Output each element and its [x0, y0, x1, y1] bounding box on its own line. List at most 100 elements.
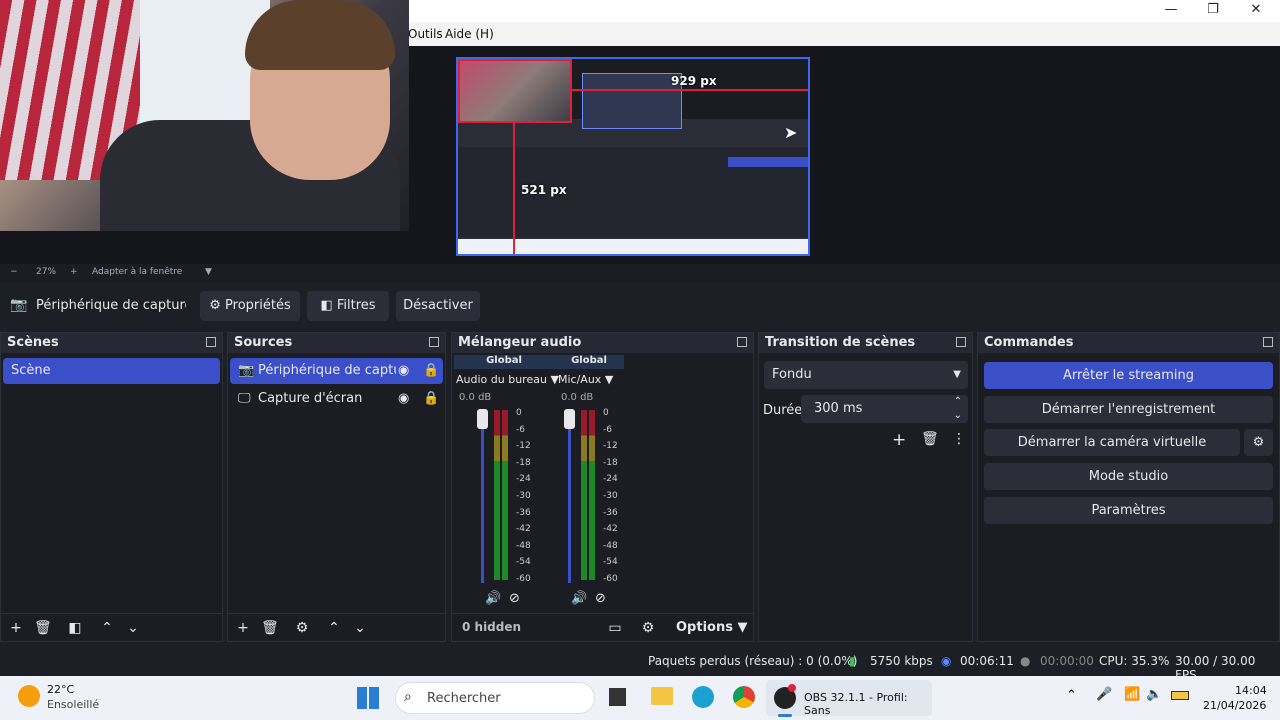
- eye-icon[interactable]: ◉: [398, 386, 409, 412]
- start-virtual-cam-button[interactable]: Démarrer la caméra virtuelle: [984, 429, 1240, 456]
- start-recording-button[interactable]: Démarrer l'enregistrement: [984, 396, 1273, 423]
- trash-icon[interactable]: 🗑: [261, 620, 279, 636]
- scenes-title: Scènes: [7, 335, 59, 350]
- battery-icon[interactable]: [1171, 691, 1189, 700]
- add-icon[interactable]: +: [8, 620, 24, 636]
- deactivate-button[interactable]: Désactiver: [396, 291, 480, 321]
- chevron-down-icon[interactable]: ⌄: [125, 620, 141, 636]
- chrome-icon[interactable]: [733, 686, 755, 708]
- windows-start-icon[interactable]: [357, 687, 379, 709]
- level-meter: [494, 410, 500, 580]
- layout-icon[interactable]: ▭: [607, 620, 623, 636]
- meter-tick-label: -36: [603, 507, 618, 518]
- source-label: Périphérique de capture: [258, 363, 396, 378]
- channel-tag: Global: [454, 355, 554, 369]
- float-icon[interactable]: [1263, 337, 1273, 347]
- weather-temp[interactable]: 22°C: [47, 683, 74, 696]
- options-button[interactable]: Options ▼: [676, 620, 747, 635]
- settings-button[interactable]: Paramètres: [984, 497, 1273, 524]
- obs-taskbar-button[interactable]: OBS 32.1.1 - Profil: Sans: [766, 680, 932, 717]
- sun-icon[interactable]: [18, 685, 40, 707]
- source-selection-box[interactable]: [458, 59, 572, 123]
- chevron-down-icon[interactable]: ⌄: [352, 620, 368, 636]
- more-icon[interactable]: ⋮: [952, 431, 966, 447]
- mixer-footer: 0 hidden ▭ ⚙ Options ▼: [452, 613, 753, 641]
- chevron-down-icon: ▼: [737, 620, 748, 635]
- properties-button[interactable]: ⚙ Propriétés: [200, 291, 300, 321]
- volume-slider-handle[interactable]: [564, 409, 575, 429]
- file-explorer-icon[interactable]: [651, 687, 673, 705]
- volume-slider-track[interactable]: [481, 413, 484, 583]
- lock-icon[interactable]: 🔒: [423, 358, 439, 384]
- menu-tools[interactable]: Outils: [408, 27, 443, 41]
- dropped-frames: Paquets perdus (réseau) : 0 (0.0%): [648, 654, 858, 668]
- transition-dock: Transition de scènes Fondu ▼ Durée 300 m…: [758, 332, 973, 642]
- float-icon[interactable]: [206, 337, 216, 347]
- source-item[interactable]: 🖵 Capture d'écran ◉ 🔒: [230, 386, 443, 412]
- duration-spinbox[interactable]: 300 ms ⌃ ⌄: [801, 395, 968, 423]
- zoom-out-button[interactable]: −: [10, 267, 18, 277]
- filter-icon[interactable]: ◧: [67, 620, 83, 636]
- float-icon[interactable]: [429, 337, 439, 347]
- weather-desc[interactable]: Ensoleillé: [47, 698, 99, 711]
- float-icon[interactable]: [956, 337, 966, 347]
- menu-help[interactable]: Aide (H): [445, 27, 494, 41]
- chevron-up-icon[interactable]: ⌃: [326, 620, 342, 636]
- volume-slider-track[interactable]: [568, 413, 571, 583]
- advanced-settings-icon[interactable]: ⚙: [640, 620, 656, 636]
- chevron-down-icon[interactable]: ⌄: [954, 402, 962, 430]
- camera-icon: 📷: [238, 363, 255, 378]
- stop-streaming-button[interactable]: Arrêter le streaming: [984, 362, 1273, 389]
- add-icon[interactable]: +: [235, 620, 251, 636]
- commands-dock: Commandes Arrêter le streaming Démarrer …: [977, 332, 1280, 642]
- eye-icon[interactable]: ◉: [398, 358, 409, 384]
- minimize-button[interactable]: —: [1148, 0, 1194, 22]
- meter-tick-label: -18: [516, 457, 531, 468]
- preview-canvas[interactable]: 929 px 521 px ➤: [456, 57, 810, 256]
- scenes-dock: Scènes Scène + 🗑 ◧ ⌃ ⌄: [0, 332, 223, 642]
- maximize-button[interactable]: ❐: [1190, 0, 1236, 22]
- clock-date[interactable]: 21/04/2026: [1203, 699, 1266, 712]
- trash-icon[interactable]: 🗑: [34, 620, 52, 636]
- fit-window-option[interactable]: Adapter à la fenêtre: [92, 267, 182, 277]
- float-icon[interactable]: [737, 337, 747, 347]
- add-icon[interactable]: +: [892, 430, 906, 450]
- trash-icon[interactable]: 🗑: [921, 431, 939, 447]
- height-measure-label: 521 px: [521, 183, 567, 197]
- channel-name[interactable]: Mic/Aux ▼: [558, 373, 613, 386]
- transition-select[interactable]: Fondu ▼: [764, 361, 968, 389]
- wifi-icon[interactable]: 📶: [1124, 687, 1140, 702]
- chevron-down-icon[interactable]: ▼: [205, 267, 212, 277]
- edge-icon[interactable]: [692, 686, 714, 708]
- virtual-cam-settings-button[interactable]: ⚙: [1244, 429, 1273, 456]
- meter-tick-label: -36: [516, 507, 531, 518]
- chevron-up-icon[interactable]: ⌃: [1066, 688, 1077, 703]
- channel-name[interactable]: Audio du bureau ▼: [456, 373, 559, 386]
- nested-button: [728, 157, 808, 167]
- monitor-off-icon[interactable]: ⊘: [509, 591, 520, 606]
- level-meter: [581, 410, 587, 580]
- studio-mode-button[interactable]: Mode studio: [984, 463, 1273, 490]
- clock-time[interactable]: 14:04: [1235, 684, 1267, 697]
- filters-button[interactable]: ◧ Filtres: [307, 291, 389, 321]
- close-button[interactable]: ✕: [1233, 0, 1279, 22]
- speaker-icon[interactable]: 🔊: [571, 591, 587, 606]
- search-placeholder: Rechercher: [427, 691, 501, 706]
- gear-icon[interactable]: ⚙: [294, 620, 310, 636]
- nested-screen: [582, 73, 682, 129]
- cpu-usage: CPU: 35.3%: [1099, 654, 1170, 668]
- monitor-off-icon[interactable]: ⊘: [595, 591, 606, 606]
- duration-label: Durée: [763, 403, 803, 418]
- volume-slider-handle[interactable]: [477, 409, 488, 429]
- search-input[interactable]: ⌕ Rechercher: [395, 682, 595, 714]
- scene-item[interactable]: Scène: [3, 358, 220, 384]
- source-item[interactable]: 📷 Périphérique de capture ◉ 🔒: [230, 358, 443, 384]
- lock-icon[interactable]: 🔒: [423, 386, 439, 412]
- microphone-icon[interactable]: 🎤: [1096, 687, 1112, 702]
- zoom-in-button[interactable]: +: [70, 267, 78, 277]
- chevron-up-icon[interactable]: ⌃: [99, 620, 115, 636]
- task-view-icon[interactable]: [609, 688, 626, 706]
- speaker-icon[interactable]: 🔊: [485, 591, 501, 606]
- meter-scale: 0 -6 -12 -18 -24 -30 -36 -42 -48 -54 -60: [516, 408, 531, 584]
- speaker-icon[interactable]: 🔈: [1146, 687, 1162, 702]
